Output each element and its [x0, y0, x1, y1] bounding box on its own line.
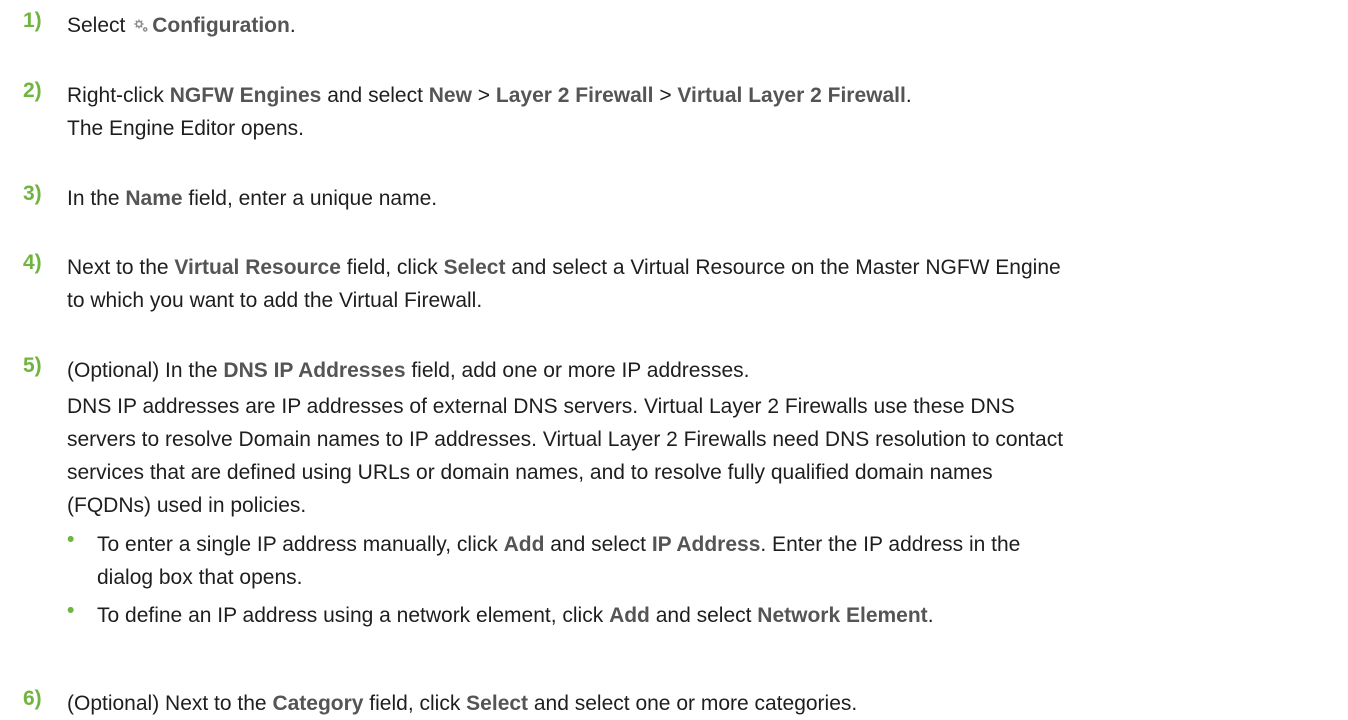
- dns-ip-addresses-term: DNS IP Addresses: [223, 359, 406, 382]
- step-number: 2): [23, 79, 42, 102]
- bullet-icon: •: [67, 599, 75, 622]
- category-term: Category: [272, 692, 364, 715]
- ngfw-engines-term: NGFW Engines: [169, 84, 322, 107]
- virtual-layer-2-firewall-term: Virtual Layer 2 Firewall: [677, 84, 906, 107]
- step-number: 6): [23, 687, 42, 710]
- step-number: 4): [23, 251, 42, 274]
- add-term: Add: [609, 604, 650, 627]
- list-item: • To define an IP address using a networ…: [67, 599, 934, 627]
- layer-2-firewall-term: Layer 2 Firewall: [495, 84, 654, 107]
- step-text: Select: [67, 14, 132, 37]
- bullet-icon: •: [67, 528, 75, 551]
- step-description: DNS IP addresses are IP addresses of ext…: [67, 395, 1064, 517]
- configuration-term: Configuration: [152, 14, 290, 37]
- name-term: Name: [125, 187, 183, 210]
- step-number: 5): [23, 354, 42, 377]
- list-item: • To enter a single IP address manually,…: [67, 528, 1021, 589]
- ip-address-term: IP Address: [651, 533, 761, 556]
- add-term: Add: [503, 533, 545, 556]
- step-number: 1): [23, 9, 42, 32]
- network-element-term: Network Element: [757, 604, 928, 627]
- select-term: Select: [466, 692, 529, 715]
- gear-icon: [133, 10, 149, 32]
- virtual-resource-term: Virtual Resource: [174, 256, 341, 279]
- step-number: 3): [23, 182, 42, 205]
- select-term: Select: [443, 256, 506, 279]
- step-note: The Engine Editor opens.: [67, 117, 304, 140]
- new-term: New: [428, 84, 472, 107]
